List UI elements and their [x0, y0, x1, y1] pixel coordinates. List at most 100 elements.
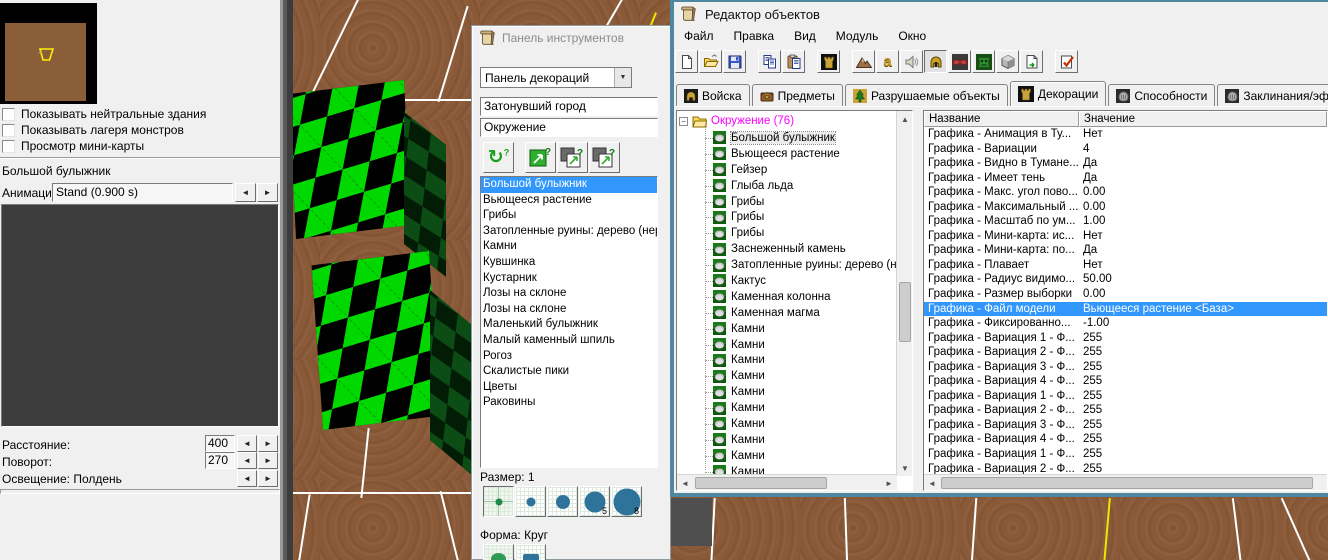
tree-item[interactable]: Гейзер: [677, 162, 896, 178]
checkbox[interactable]: [2, 123, 15, 137]
property-row[interactable]: Графика - Вариация 1 - Ф... 255: [924, 331, 1327, 346]
pane-splitter[interactable]: [915, 110, 923, 491]
property-row[interactable]: Графика - Максимальный ... 0.00: [924, 200, 1327, 215]
tree-horizontal-scrollbar[interactable]: ◄ ►: [677, 474, 897, 490]
checkbox[interactable]: [2, 107, 15, 121]
tree-item[interactable]: Вьющееся растение: [677, 146, 896, 162]
tree-item[interactable]: Большой булыжник: [677, 130, 896, 146]
checkbox-row[interactable]: Показывать нейтральные здания: [0, 106, 278, 122]
list-item[interactable]: Малый каменный шпиль: [481, 333, 657, 349]
tree-item[interactable]: Камни: [677, 400, 896, 416]
list-item[interactable]: Кустарник: [481, 271, 657, 287]
property-row[interactable]: Графика - Вариация 1 - Ф... 255: [924, 447, 1327, 462]
list-item[interactable]: Цветы: [481, 380, 657, 396]
lighting-next-button[interactable]: ►: [258, 470, 278, 487]
list-item[interactable]: Камни: [481, 239, 657, 255]
animation-next-button[interactable]: ►: [257, 183, 278, 202]
lighting-prev-button[interactable]: ◄: [237, 470, 257, 487]
tree-vertical-scrollbar[interactable]: ▲ ▼: [896, 111, 912, 476]
tree-item[interactable]: Грибы: [677, 194, 896, 210]
city-field[interactable]: Затонувший город: [480, 97, 658, 116]
distance-increase-button[interactable]: ►: [258, 435, 278, 452]
tab-Способности[interactable]: Способности: [1108, 84, 1216, 106]
rotation-value-field[interactable]: 270: [205, 452, 235, 469]
scroll-up-icon[interactable]: ▲: [897, 111, 912, 127]
chevron-down-icon[interactable]: ▼: [614, 68, 631, 87]
tree-item[interactable]: Грибы: [677, 225, 896, 241]
tree-item[interactable]: Затопленные руины: дерево (нер: [677, 257, 909, 273]
property-row[interactable]: Графика - Вариации 4: [924, 142, 1327, 157]
property-row[interactable]: Графика - Масштаб по ум... 1.00: [924, 214, 1327, 229]
list-item[interactable]: Грибы: [481, 208, 657, 224]
property-row[interactable]: Графика - Размер выборки 0.00: [924, 287, 1327, 302]
brush-shape-square-button[interactable]: [515, 544, 546, 560]
tab-Предметы[interactable]: Предметы: [751, 84, 843, 106]
toolbar-button-monster-icon[interactable]: [972, 50, 995, 73]
property-row[interactable]: Графика - Мини-карта: по... Да: [924, 243, 1327, 258]
tree-item[interactable]: Камни: [677, 416, 896, 432]
brush-size-button[interactable]: [515, 486, 546, 517]
checkbox-row[interactable]: Просмотр мини-карты: [0, 138, 278, 154]
checkbox-row[interactable]: Показывать лагеря монстров: [0, 122, 278, 138]
toolbar-button-helmet-icon[interactable]: [924, 50, 947, 73]
brush-size-button[interactable]: [547, 486, 578, 517]
tree-item[interactable]: Камни: [677, 368, 896, 384]
property-row[interactable]: Графика - Анимация в Ту... Нет: [924, 127, 1327, 142]
toolbar-button-doc-check-icon[interactable]: [1055, 50, 1078, 73]
toolbar-button-new-doc-icon[interactable]: [675, 50, 698, 73]
scroll-right-icon[interactable]: ►: [881, 475, 897, 490]
toolbar-button-copy-icon[interactable]: [758, 50, 781, 73]
menu-item[interactable]: Вид: [784, 27, 826, 45]
tree-item[interactable]: Каменная колонна: [677, 289, 896, 305]
tree-item[interactable]: Камни: [677, 321, 896, 337]
animation-value-field[interactable]: Stand (0.900 s): [52, 183, 233, 202]
toolbar-button-doc-export-icon[interactable]: [1020, 50, 1043, 73]
tab-Войска[interactable]: Войска: [676, 84, 750, 106]
toolbar-button-letter-a-icon[interactable]: a: [876, 50, 899, 73]
scroll-left-icon[interactable]: ◄: [924, 475, 940, 490]
collapse-icon[interactable]: −: [679, 116, 688, 126]
scrollbar-thumb[interactable]: [695, 477, 827, 489]
model-preview-area[interactable]: [1, 204, 279, 427]
property-row[interactable]: Графика - Вариация 2 - Ф... 255: [924, 345, 1327, 360]
property-row[interactable]: Графика - Вариация 3 - Ф... 255: [924, 360, 1327, 375]
editor-window-titlebar[interactable]: Редактор объектов: [674, 2, 1328, 26]
properties-horizontal-scrollbar[interactable]: ◄: [924, 474, 1327, 490]
toolbar-button-goggles-icon[interactable]: [948, 50, 971, 73]
tree-item[interactable]: Камни: [677, 352, 896, 368]
list-item[interactable]: Раковины: [481, 395, 657, 411]
column-header-name[interactable]: Название: [924, 111, 1079, 127]
erase-mode-button[interactable]: ?: [589, 142, 620, 173]
scroll-left-icon[interactable]: ◄: [677, 475, 693, 490]
property-row[interactable]: Графика - Вариация 2 - Ф... 255: [924, 403, 1327, 418]
panel-type-dropdown[interactable]: Панель декораций ▼: [480, 67, 632, 88]
property-row[interactable]: Графика - Мини-карта: ис... Нет: [924, 229, 1327, 244]
tree-item[interactable]: Камни: [677, 448, 896, 464]
refresh-button[interactable]: ↻?: [483, 142, 514, 173]
animation-prev-button[interactable]: ◄: [235, 183, 256, 202]
rotation-decrease-button[interactable]: ◄: [237, 452, 257, 469]
property-row[interactable]: Графика - Вариация 3 - Ф... 255: [924, 418, 1327, 433]
property-row[interactable]: Графика - Вариация 1 - Ф... 255: [924, 389, 1327, 404]
tab-Декорации[interactable]: Декорации: [1009, 81, 1107, 106]
list-item[interactable]: Вьющееся растение: [481, 193, 657, 209]
toolbar-button-open-folder-icon[interactable]: [699, 50, 722, 73]
column-header-value[interactable]: Значение: [1079, 111, 1327, 127]
list-item[interactable]: Скалистые пики: [481, 364, 657, 380]
tree-item[interactable]: Заснеженный камень: [677, 241, 896, 257]
list-item[interactable]: Рогоз: [481, 349, 657, 365]
toolbar-button-cube-icon[interactable]: [996, 50, 1019, 73]
property-row[interactable]: Графика - Файл модели Вьющееся растение …: [924, 301, 1327, 317]
brush-size-button[interactable]: 5: [579, 486, 610, 517]
menu-item[interactable]: Файл: [674, 27, 724, 45]
tree-item[interactable]: Камни: [677, 384, 896, 400]
category-field[interactable]: Окружение: [480, 118, 658, 137]
tree-item[interactable]: Камни: [677, 337, 896, 353]
menu-item[interactable]: Окно: [888, 27, 936, 45]
tree-root-row[interactable]: − Окружение (76): [679, 113, 794, 129]
tree-item[interactable]: Грибы: [677, 209, 896, 225]
list-item[interactable]: Кувшинка: [481, 255, 657, 271]
replace-mode-button[interactable]: ?: [557, 142, 588, 173]
property-row[interactable]: Графика - Фиксированно... -1.00: [924, 316, 1327, 331]
tools-window-titlebar[interactable]: Панель инструментов: [472, 26, 670, 50]
